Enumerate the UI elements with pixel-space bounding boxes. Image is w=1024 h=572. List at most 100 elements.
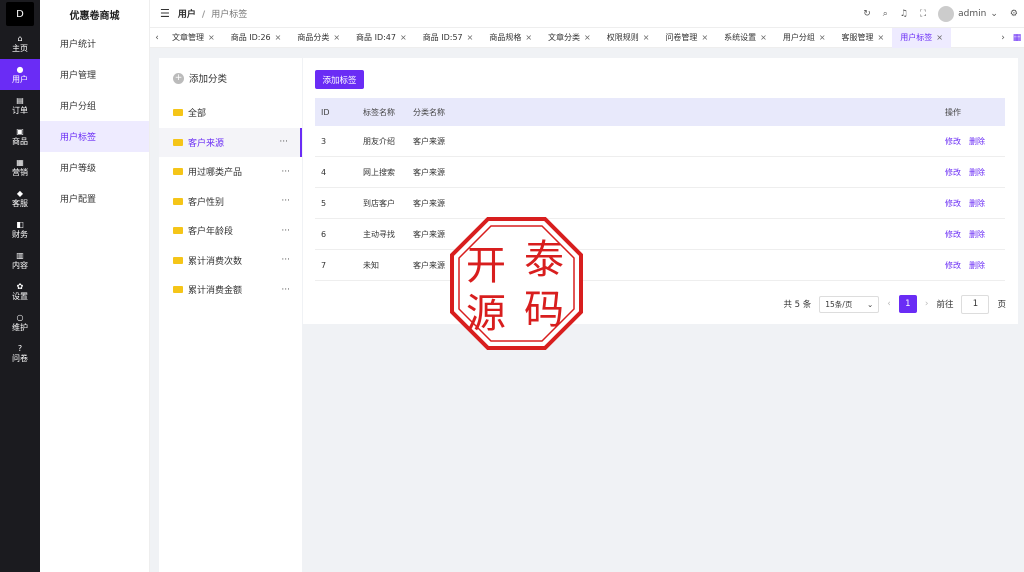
tabs-scroll-left-icon[interactable]: ‹ — [150, 33, 164, 43]
prev-page-icon[interactable]: ‹ — [887, 299, 891, 309]
tab-item[interactable]: 权限规则 × — [599, 28, 658, 48]
tab-item[interactable]: 用户标签 × — [892, 27, 951, 48]
cell-id: 7 — [321, 260, 327, 270]
goto-page-input[interactable]: 1 — [961, 294, 990, 314]
bell-icon[interactable]: ♫ — [900, 9, 908, 19]
fullscreen-icon[interactable]: ⛶ — [920, 9, 926, 19]
tab-item[interactable]: 用户分组 × — [775, 28, 834, 48]
close-icon[interactable]: × — [400, 33, 407, 42]
rail-item-label: 用户 — [12, 74, 28, 84]
category-item[interactable]: 客户性别 ··· — [159, 187, 302, 217]
tab-item[interactable]: 商品 ID:47 × — [348, 28, 415, 48]
edit-link[interactable]: 修改 — [945, 260, 961, 271]
cell-id: 5 — [321, 198, 327, 208]
rail-item-content[interactable]: ▥ 内容 — [0, 245, 40, 276]
close-icon[interactable]: × — [643, 33, 650, 42]
tab-item[interactable]: 系统设置 × — [716, 28, 775, 48]
cell-tag-name: 朋友介绍 — [363, 136, 395, 146]
close-icon[interactable]: × — [701, 33, 708, 42]
user-menu[interactable]: admin ⌄ — [938, 6, 998, 22]
finance-icon: ◧ — [16, 219, 24, 229]
tab-item[interactable]: 客服管理 × — [834, 28, 893, 48]
search-icon[interactable]: ⌕ — [883, 9, 888, 19]
close-icon[interactable]: × — [878, 33, 885, 42]
category-item[interactable]: 累计消费金额 ··· — [159, 275, 302, 305]
rail-item-survey[interactable]: ? 问卷 — [0, 338, 40, 369]
edit-link[interactable]: 修改 — [945, 136, 961, 147]
category-item[interactable]: 用过哪类产品 ··· — [159, 157, 302, 187]
more-icon[interactable]: ··· — [281, 226, 290, 236]
chevron-down-icon: ⌄ — [866, 299, 874, 309]
sidebar-item-tag[interactable]: 用户标签 — [40, 121, 149, 152]
edit-link[interactable]: 修改 — [945, 229, 961, 240]
next-page-icon[interactable]: › — [925, 299, 929, 309]
close-icon[interactable]: × — [467, 33, 474, 42]
more-icon[interactable]: ··· — [281, 167, 290, 177]
category-item[interactable]: 全部 — [159, 98, 302, 128]
delete-link[interactable]: 删除 — [969, 260, 985, 271]
category-item[interactable]: 累计消费次数 ··· — [159, 246, 302, 276]
tab-item[interactable]: 商品分类 × — [289, 28, 348, 48]
tab-item[interactable]: 商品 ID:57 × — [415, 28, 482, 48]
sidebar-item-config[interactable]: 用户配置 — [40, 183, 149, 214]
grid-icon[interactable]: ▦ — [1010, 33, 1024, 43]
delete-link[interactable]: 删除 — [969, 198, 985, 209]
category-item[interactable]: 客户年龄段 ··· — [159, 216, 302, 246]
more-icon[interactable]: ··· — [281, 196, 290, 206]
close-icon[interactable]: × — [525, 33, 532, 42]
tab-item[interactable]: 商品 ID:26 × — [223, 28, 290, 48]
close-icon[interactable]: × — [936, 33, 943, 42]
close-icon[interactable]: × — [208, 33, 215, 42]
tab-item[interactable]: 商品规格 × — [481, 28, 540, 48]
cell-category: 客户来源 — [413, 167, 445, 177]
close-icon[interactable]: × — [760, 33, 767, 42]
more-icon[interactable]: ··· — [281, 285, 290, 295]
rail-item-order[interactable]: ▤ 订单 — [0, 90, 40, 121]
gear-icon[interactable]: ⚙ — [1010, 9, 1018, 19]
add-tag-button[interactable]: 添加标签 — [315, 70, 364, 89]
tabs-scroll-right-icon[interactable]: › — [996, 33, 1010, 43]
page-size-select[interactable]: 15条/页 ⌄ — [819, 295, 880, 313]
rail-item-user[interactable]: ● 用户 — [0, 59, 40, 90]
sidebar-item-manage[interactable]: 用户管理 — [40, 59, 149, 90]
delete-link[interactable]: 删除 — [969, 136, 985, 147]
refresh-icon[interactable]: ↻ — [863, 9, 871, 19]
more-icon[interactable]: ··· — [279, 137, 288, 147]
rail-item-marketing[interactable]: ▦ 营销 — [0, 152, 40, 183]
close-icon[interactable]: × — [333, 33, 340, 42]
close-icon[interactable]: × — [275, 33, 282, 42]
delete-link[interactable]: 删除 — [969, 229, 985, 240]
sidebar-item-stats[interactable]: 用户统计 — [40, 28, 149, 59]
rail-item-settings[interactable]: ✿ 设置 — [0, 276, 40, 307]
rail-item-service[interactable]: ◆ 客服 — [0, 183, 40, 214]
delete-link[interactable]: 删除 — [969, 167, 985, 178]
tab-item[interactable]: 文章分类 × — [540, 28, 599, 48]
more-icon[interactable]: ··· — [281, 255, 290, 265]
rail-item-finance[interactable]: ◧ 财务 — [0, 214, 40, 245]
sidebar-item-group[interactable]: 用户分组 — [40, 90, 149, 121]
tab-item[interactable]: 文章管理 × — [164, 28, 223, 48]
rail-item-home[interactable]: ⌂ 主页 — [0, 28, 40, 59]
cell-tag-name: 网上搜索 — [363, 167, 395, 177]
column-header-category: 分类名称 — [413, 107, 445, 117]
edit-link[interactable]: 修改 — [945, 167, 961, 178]
watermark-seal: 开 泰 源 码 — [450, 217, 583, 350]
close-icon[interactable]: × — [819, 33, 826, 42]
avatar — [938, 6, 955, 22]
menu-toggle-icon[interactable]: ☰ — [160, 7, 170, 20]
pagination: 共 5 条 15条/页 ⌄ ‹ 1 › 前往 1 页 — [783, 294, 1006, 314]
rail-item-label: 商品 — [12, 136, 28, 146]
edit-link[interactable]: 修改 — [945, 198, 961, 209]
sidebar-item-level[interactable]: 用户等级 — [40, 152, 149, 183]
cell-id: 3 — [321, 136, 327, 146]
rail-item-product[interactable]: ▣ 商品 — [0, 121, 40, 152]
add-category-button[interactable]: + 添加分类 — [159, 58, 302, 98]
rail-item-label: 内容 — [12, 260, 28, 270]
close-icon[interactable]: × — [584, 33, 591, 42]
category-item[interactable]: 客户来源 ··· — [159, 127, 302, 157]
breadcrumb-root[interactable]: 用户 — [178, 10, 196, 20]
page-number-current[interactable]: 1 — [898, 295, 917, 313]
logo[interactable]: D — [0, 0, 40, 28]
rail-item-maintain[interactable]: ○ 维护 — [0, 307, 40, 338]
tab-item[interactable]: 问卷管理 × — [657, 28, 716, 48]
